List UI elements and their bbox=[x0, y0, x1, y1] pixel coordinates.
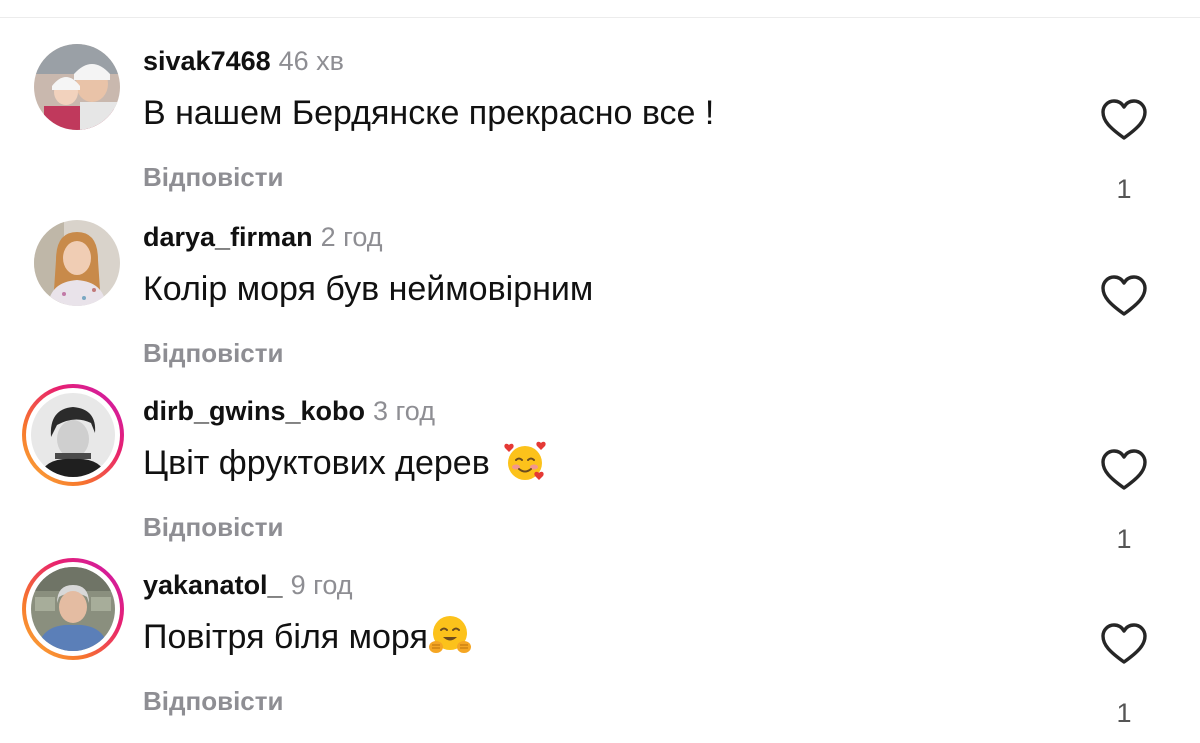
comment-header: dirb_gwins_kobo 3 год bbox=[143, 394, 435, 428]
username-link[interactable]: sivak7468 bbox=[143, 46, 271, 76]
username-link[interactable]: dirb_gwins_kobo bbox=[143, 396, 365, 426]
hugging-face-icon bbox=[428, 613, 472, 657]
avatar-photo bbox=[31, 567, 115, 651]
heart-outline-icon[interactable] bbox=[1100, 274, 1148, 318]
top-divider bbox=[0, 17, 1200, 18]
reply-button[interactable]: Відповісти bbox=[143, 338, 283, 369]
like-count: 1 bbox=[1116, 174, 1132, 204]
comment-header: yakanatol_ 9 год bbox=[143, 568, 353, 602]
avatar[interactable] bbox=[34, 44, 120, 130]
comment-timestamp: 9 год bbox=[290, 570, 353, 600]
avatar-photo bbox=[31, 393, 115, 477]
comment-header: darya_firman 2 год bbox=[143, 220, 383, 254]
comment-text-content: Повітря біля моря bbox=[143, 618, 428, 656]
heart-outline-icon[interactable] bbox=[1100, 98, 1148, 142]
comment-text: Цвіт фруктових дерев bbox=[143, 439, 547, 487]
heart-outline-icon[interactable] bbox=[1100, 448, 1148, 492]
comment-text: Повітря біля моря bbox=[143, 616, 472, 661]
reply-button[interactable]: Відповісти bbox=[143, 686, 283, 717]
avatar-photo bbox=[34, 220, 120, 306]
comment-text: В нашем Бердянске прекрасно все ! bbox=[143, 94, 715, 132]
like-count: 1 bbox=[1116, 524, 1132, 554]
comment-text: Колір моря був неймовірним bbox=[143, 270, 594, 308]
reply-button[interactable]: Відповісти bbox=[143, 512, 283, 543]
comment-timestamp: 46 хв bbox=[278, 46, 345, 76]
comment-timestamp: 3 год bbox=[373, 396, 435, 426]
comment-timestamp: 2 год bbox=[320, 222, 383, 252]
username-link[interactable]: yakanatol_ bbox=[143, 570, 283, 600]
comment-text-content: Цвіт фруктових дерев bbox=[143, 444, 490, 482]
reply-button[interactable]: Відповісти bbox=[143, 162, 283, 193]
avatar-story-ring[interactable] bbox=[22, 384, 124, 486]
username-link[interactable]: darya_firman bbox=[143, 222, 313, 252]
comment-header: sivak7468 46 хв bbox=[143, 44, 344, 78]
like-count: 1 bbox=[1116, 698, 1132, 728]
avatar[interactable] bbox=[34, 220, 120, 306]
avatar-story-ring[interactable] bbox=[22, 558, 124, 660]
avatar-photo bbox=[34, 44, 120, 130]
smiling-face-with-hearts-icon bbox=[503, 439, 547, 483]
heart-outline-icon[interactable] bbox=[1100, 622, 1148, 666]
